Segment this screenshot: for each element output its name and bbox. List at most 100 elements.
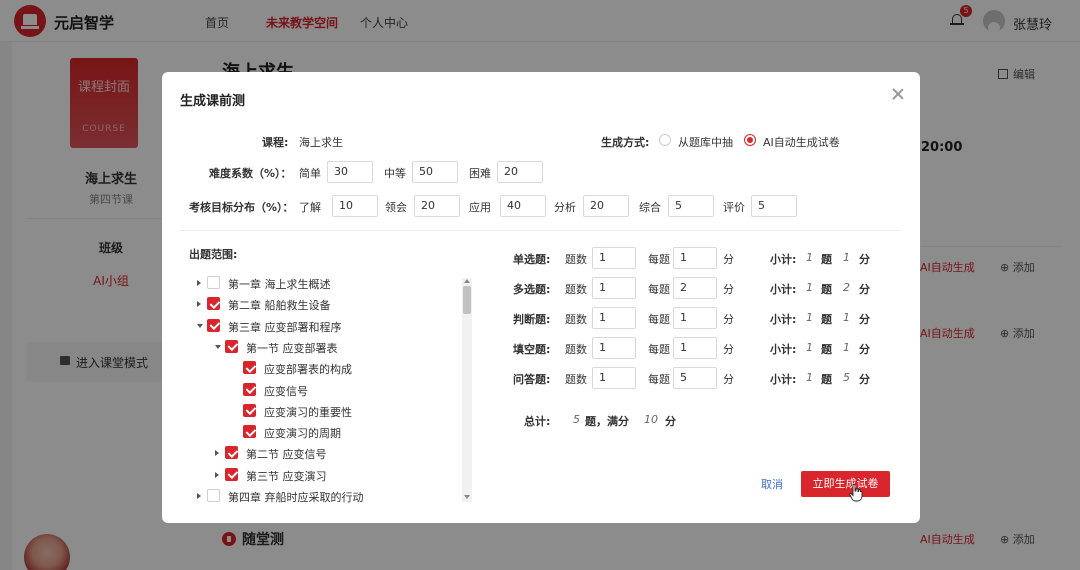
tree-checkbox[interactable] [207,276,220,289]
count-input[interactable]: 1 [592,307,636,329]
tree-node[interactable]: 应变演习的重要性 [228,403,452,421]
difficulty-easy-input[interactable]: 30 [327,161,373,183]
tree-node[interactable]: 第三节 应变演习 [210,467,452,485]
question-type-name: 多选题: [513,283,551,296]
tree-node[interactable]: 第二章 船舶救生设备 [192,296,452,314]
tree-checkbox[interactable] [243,382,256,396]
difficulty-label: 难度系数（%）： [209,167,292,180]
target-apply-input[interactable]: 40 [500,195,546,217]
method-radio-bank[interactable] [659,134,671,146]
tree-node[interactable]: 第三章 应变部署和程序 [192,318,452,336]
subtotal-count-unit: 题 [821,343,832,356]
tree-node-label: 第二章 船舶救生设备 [228,299,331,313]
score-label: 每题 [648,313,670,326]
tree-checkbox[interactable] [243,403,256,417]
question-type-name: 单选题: [513,253,551,266]
caret-right-icon[interactable] [197,280,201,286]
tree-checkbox[interactable] [207,318,220,332]
tree-node-label: 第三节 应变演习 [246,469,327,483]
subtotal-count-unit: 题 [821,313,832,326]
score-label: 每题 [648,283,670,296]
target-comprehend-input[interactable]: 20 [414,195,460,217]
difficulty-hard-input[interactable]: 20 [497,161,543,183]
score-label: 每题 [648,253,670,266]
cancel-button[interactable]: 取消 [761,476,783,492]
score-unit: 分 [723,253,734,266]
score-label: 每题 [648,373,670,386]
method-option-ai[interactable]: AI自动生成试卷 [763,134,840,150]
tree-node[interactable]: 第一章 海上求生概述 [192,275,452,293]
count-label: 题数 [565,373,587,386]
tree-node-label: 第四章 弃船时应采取的行动 [228,491,364,504]
score-input[interactable]: 2 [673,277,717,299]
hand-cursor-icon [849,484,863,502]
caret-right-icon[interactable] [197,301,201,308]
scroll-down-icon[interactable] [464,495,470,499]
total-middle-text: 题，满分 [585,415,629,428]
caret-right-icon[interactable] [215,471,219,478]
score-input[interactable]: 1 [673,247,717,269]
tree-node-label: 应变部署表的构成 [264,363,352,377]
subtotal-count-unit: 题 [821,373,832,386]
difficulty-medium-input[interactable]: 50 [412,161,458,183]
target-understand-input[interactable]: 10 [332,195,378,217]
score-input[interactable]: 1 [673,307,717,329]
target-synthesize-input[interactable]: 5 [668,195,714,217]
caret-right-icon[interactable] [197,493,201,499]
target-evaluate-input[interactable]: 5 [751,195,797,217]
total-score: 10 [644,413,658,426]
scroll-thumb[interactable] [463,286,471,314]
score-unit: 分 [723,313,734,326]
method-radio-ai[interactable] [744,134,756,146]
tree-node-label: 第一章 海上求生概述 [228,278,331,291]
target-evaluate-label: 评价 [723,201,745,214]
count-input[interactable]: 1 [592,277,636,299]
tree-node[interactable]: 第二节 应变信号 [210,445,452,463]
count-label: 题数 [565,313,587,326]
caret-down-icon[interactable] [215,344,221,349]
tree-node[interactable]: 应变信号 [228,382,452,400]
tree-scrollbar[interactable] [462,278,472,502]
generate-pretest-dialog: 生成课前测 课程: 海上求生 生成方式: 从题库中抽 AI自动生成试卷 难度系数… [162,72,920,523]
tree-node-label: 第二节 应变信号 [246,448,327,462]
tree-checkbox[interactable] [225,339,238,353]
tree-node[interactable]: 应变部署表的构成 [228,360,452,378]
tree-checkbox[interactable] [207,297,220,311]
tree-node-label: 应变信号 [264,384,308,398]
subtotal-score-unit: 分 [859,343,870,356]
count-input[interactable]: 1 [592,367,636,389]
method-label: 生成方式: [601,136,650,149]
tree-checkbox[interactable] [243,425,256,439]
subtotal-label: 小计: [770,373,797,386]
count-label: 题数 [565,343,587,356]
total-label: 总计: [524,415,551,428]
close-icon[interactable] [890,86,906,102]
tree-checkbox[interactable] [207,489,220,502]
generate-exam-button[interactable]: 立即生成试卷 [801,471,890,497]
caret-down-icon[interactable] [197,323,203,328]
caret-right-icon[interactable] [215,450,219,457]
subtotal-score: 5 [843,371,850,384]
tree-node-label: 应变演习的重要性 [264,405,352,419]
subtotal-score: 1 [843,341,850,354]
total-count: 5 [573,413,580,426]
tree-node[interactable]: 第一节 应变部署表 [210,339,452,357]
subtotal-count: 1 [806,251,813,264]
tree-node[interactable]: 应变演习的周期 [228,424,452,442]
tree-node[interactable]: 第四章 弃船时应采取的行动 [192,488,452,506]
target-analyze-input[interactable]: 20 [583,195,629,217]
subtotal-label: 小计: [770,253,797,266]
tree-checkbox[interactable] [243,361,256,375]
scroll-up-icon[interactable] [464,279,470,283]
method-option-bank[interactable]: 从题库中抽 [678,134,733,150]
target-label: 考核目标分布（%）： [189,201,294,214]
score-input[interactable]: 5 [673,367,717,389]
tree-node-label: 第三章 应变部署和程序 [228,320,342,334]
subtotal-score: 1 [843,251,850,264]
subtotal-label: 小计: [770,343,797,356]
count-input[interactable]: 1 [592,247,636,269]
score-input[interactable]: 1 [673,337,717,359]
tree-checkbox[interactable] [225,467,238,481]
tree-checkbox[interactable] [225,446,238,460]
count-input[interactable]: 1 [592,337,636,359]
